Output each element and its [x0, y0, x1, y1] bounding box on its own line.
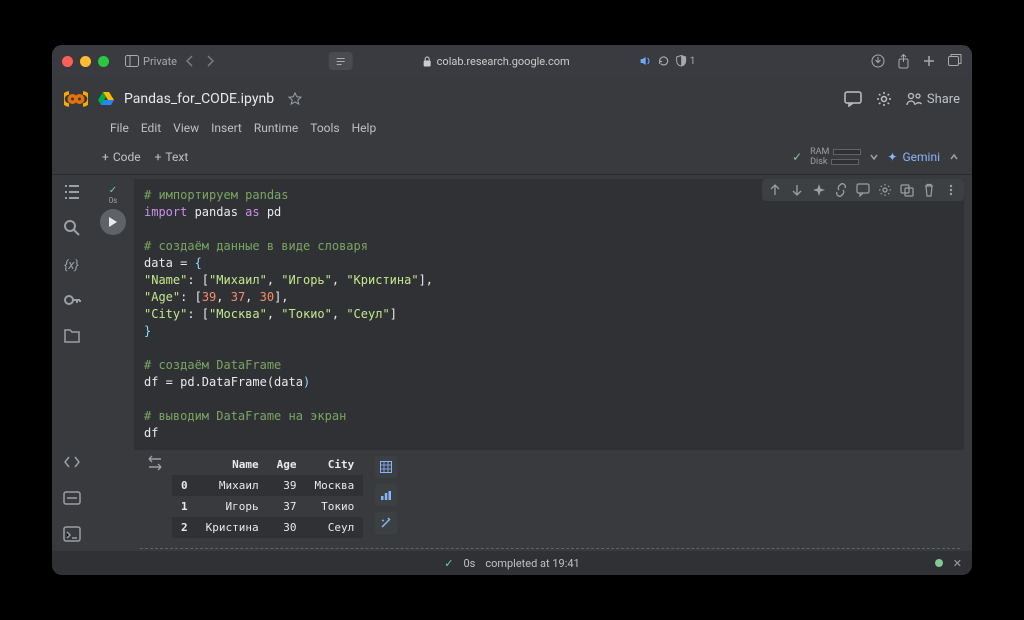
lock-icon [423, 56, 432, 67]
tabs-icon[interactable] [948, 54, 962, 66]
code-cell: ✓ 0s # импортируем pandas import pandas … [92, 179, 964, 450]
cell-settings-icon[interactable] [878, 183, 892, 197]
left-rail: {x} [52, 175, 92, 551]
toc-icon[interactable] [63, 183, 81, 201]
command-palette-icon[interactable] [63, 489, 81, 507]
notebook-title[interactable]: Pandas_for_CODE.ipynb [124, 91, 274, 107]
traffic-lights [62, 56, 109, 67]
cell-status-check-icon: ✓ [109, 185, 117, 196]
download-icon[interactable] [871, 54, 885, 68]
colab-logo-icon[interactable] [64, 87, 88, 111]
code-snippets-icon[interactable] [63, 453, 81, 471]
colab-header: Pandas_for_CODE.ipynb Share [52, 77, 972, 121]
people-icon [906, 92, 922, 106]
connection-check-icon: ✓ [792, 150, 802, 164]
delete-cell-icon[interactable] [922, 183, 936, 197]
chart-icon[interactable] [375, 484, 397, 506]
menu-insert[interactable]: Insert [211, 121, 242, 135]
cell-toolbar [762, 179, 964, 201]
menu-edit[interactable]: Edit [141, 121, 161, 135]
col-name: Name [197, 454, 268, 475]
table-row: 2 Кристина 30 Сеул [172, 517, 363, 538]
menu-help[interactable]: Help [352, 121, 377, 135]
mirror-cell-icon[interactable] [900, 183, 914, 197]
terminal-icon[interactable] [63, 525, 81, 543]
search-icon[interactable] [63, 219, 81, 237]
address-bar[interactable]: colab.research.google.com [423, 55, 570, 68]
svg-text:{x}: {x} [64, 258, 79, 273]
close-window-button[interactable] [62, 56, 73, 67]
shield-count: 1 [690, 56, 696, 67]
status-bar: ✓ 0s completed at 19:41 ✕ [52, 551, 972, 575]
cell-comment-icon[interactable] [856, 183, 870, 197]
menu-view[interactable]: View [173, 121, 199, 135]
url-text: colab.research.google.com [437, 55, 570, 68]
toolbar: +Code +Text ✓ RAM Disk ✦ Gemini [52, 139, 972, 175]
resource-indicator[interactable]: RAM Disk [810, 147, 861, 167]
comment-icon[interactable] [844, 91, 862, 107]
gemini-cell-icon[interactable] [812, 183, 826, 197]
share-button[interactable]: Share [906, 92, 960, 107]
gemini-button[interactable]: ✦ Gemini [887, 150, 940, 164]
settings-icon[interactable] [876, 91, 892, 107]
kernel-status-icon [935, 559, 943, 567]
forward-button[interactable] [205, 55, 215, 67]
private-label: Private [143, 55, 177, 68]
new-tab-icon[interactable] [922, 54, 936, 68]
variables-icon[interactable]: {x} [63, 255, 81, 273]
resource-dropdown-icon[interactable] [869, 152, 879, 162]
refresh-icon[interactable] [658, 56, 670, 66]
collapse-header-icon[interactable] [948, 151, 960, 163]
share-icon[interactable] [897, 54, 910, 69]
cell-output: Name Age City 0 Михаил 39 Москва 1 Игорь… [134, 450, 964, 542]
menu-tools[interactable]: Tools [310, 121, 339, 135]
audio-icon[interactable] [640, 56, 652, 66]
move-up-icon[interactable] [768, 183, 782, 197]
toggle-output-icon[interactable] [146, 454, 164, 472]
more-icon[interactable] [944, 183, 958, 197]
gemini-star-icon: ✦ [887, 150, 897, 164]
star-icon[interactable] [288, 92, 302, 106]
private-badge: Private [125, 55, 177, 68]
dataframe-table: Name Age City 0 Михаил 39 Москва 1 Игорь… [172, 454, 363, 538]
table-row: 1 Игорь 37 Токио [172, 496, 363, 517]
run-cell-button[interactable] [100, 209, 126, 235]
status-completed: completed at 19:41 [485, 557, 579, 570]
menubar: File Edit View Insert Runtime Tools Help [52, 117, 972, 139]
files-icon[interactable] [63, 327, 81, 345]
reader-button[interactable] [329, 52, 353, 70]
cell-exec-time: 0s [109, 196, 118, 205]
back-button[interactable] [185, 55, 195, 67]
status-check-icon: ✓ [444, 557, 453, 570]
shield-icon[interactable] [676, 55, 687, 67]
maximize-window-button[interactable] [98, 56, 109, 67]
close-status-icon[interactable]: ✕ [953, 557, 962, 570]
table-row: 0 Михаил 39 Москва [172, 475, 363, 496]
drive-icon [98, 92, 114, 106]
add-code-button[interactable]: +Code [102, 150, 141, 164]
add-text-button[interactable]: +Text [155, 150, 189, 164]
browser-titlebar: Private colab.research.google.com 1 [52, 45, 972, 77]
col-age: Age [268, 454, 306, 475]
menu-runtime[interactable]: Runtime [254, 121, 298, 135]
minimize-window-button[interactable] [80, 56, 91, 67]
magic-wand-icon[interactable] [375, 512, 397, 534]
play-icon [108, 216, 118, 228]
link-icon[interactable] [834, 183, 848, 197]
sidebar-icon[interactable] [125, 55, 139, 67]
col-city: City [305, 454, 363, 475]
secrets-icon[interactable] [63, 291, 81, 309]
status-time: 0s [463, 557, 475, 570]
menu-file[interactable]: File [110, 121, 129, 135]
share-label: Share [927, 92, 960, 107]
interactive-table-icon[interactable] [375, 456, 397, 478]
move-down-icon[interactable] [790, 183, 804, 197]
code-editor[interactable]: # импортируем pandas import pandas as pd… [134, 179, 964, 450]
